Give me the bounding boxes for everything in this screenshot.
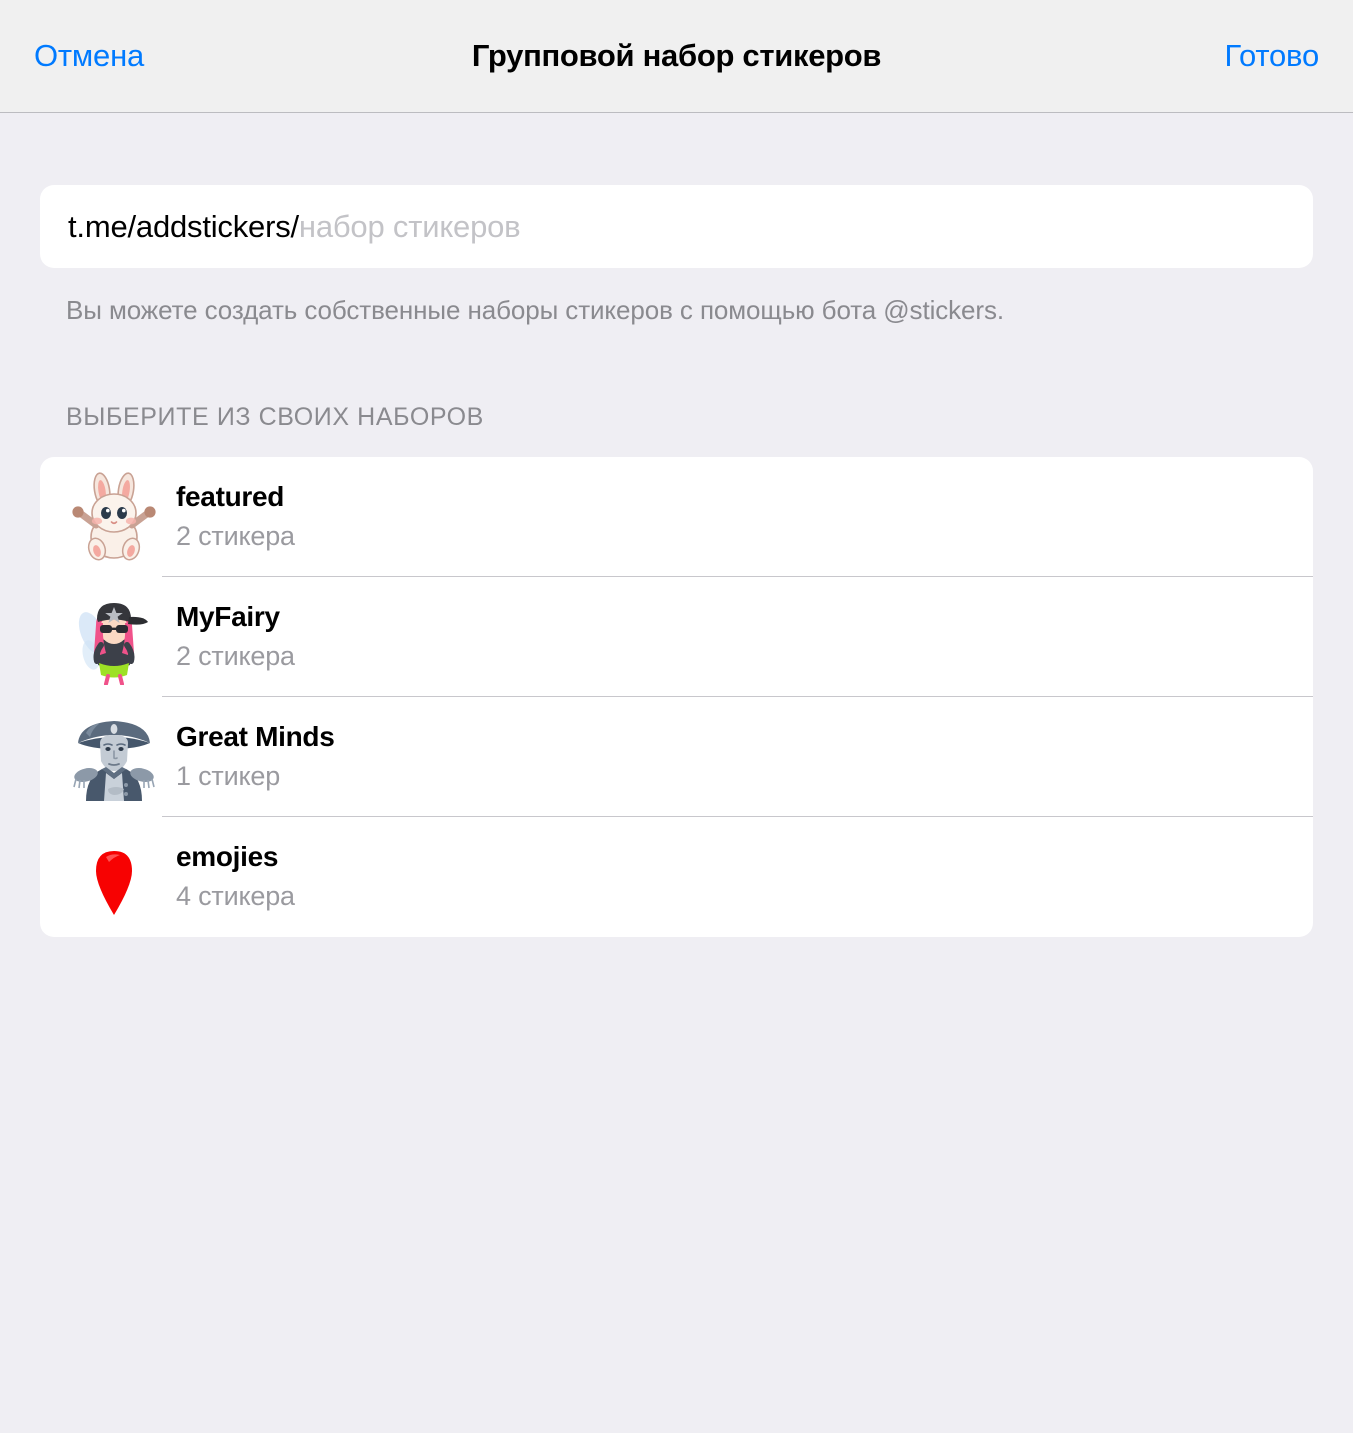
list-item-text: emojies 4 стикера	[176, 841, 295, 911]
sticker-set-url-input[interactable]: t.me/addstickers/ набор стикеров	[40, 185, 1313, 268]
page-title: Групповой набор стикеров	[471, 38, 882, 73]
list-item[interactable]: MyFairy 2 стикера	[40, 577, 1313, 697]
input-footer-note: Вы можете создать собственные наборы сти…	[66, 295, 1004, 325]
list-item[interactable]: Great Minds 1 стикер	[40, 697, 1313, 817]
section-header-your-sets: ВЫБЕРИТЕ ИЗ СВОИХ НАБОРОВ	[66, 402, 484, 431]
sticker-sets-list: featured 2 стикера MyFairy 2 стикера Gre…	[40, 456, 1313, 937]
content-area: t.me/addstickers/ набор стикеров Вы може…	[0, 185, 1353, 937]
list-item-text: Great Minds 1 стикер	[176, 721, 335, 791]
napoleon-sticker-icon	[66, 709, 162, 805]
fairy-girl-sticker-icon	[66, 589, 162, 685]
input-line: t.me/addstickers/ набор стикеров	[68, 208, 521, 245]
list-item[interactable]: featured 2 стикера	[40, 457, 1313, 577]
navigation-bar: Отмена Групповой набор стикеров Готово	[0, 0, 1353, 113]
red-pin-sticker-icon	[66, 829, 162, 925]
list-item-title: featured	[176, 481, 285, 513]
list-item-title: emojies	[176, 841, 279, 873]
list-item-text: featured 2 стикера	[176, 481, 295, 551]
list-item-title: MyFairy	[176, 601, 280, 633]
bunny-sticker-icon	[66, 469, 162, 565]
list-item-subtitle: 2 стикера	[176, 520, 295, 551]
cancel-button[interactable]: Отмена	[30, 32, 148, 80]
url-prefix-label: t.me/addstickers/	[68, 208, 299, 244]
list-item-title: Great Minds	[176, 721, 335, 753]
url-placeholder-text: набор стикеров	[298, 208, 521, 244]
list-item-subtitle: 4 стикера	[176, 880, 295, 911]
list-item[interactable]: emojies 4 стикера	[40, 817, 1313, 937]
sticker-set-screen: Отмена Групповой набор стикеров Готово t…	[0, 0, 1353, 1433]
done-button[interactable]: Готово	[1220, 32, 1323, 80]
list-item-subtitle: 2 стикера	[176, 640, 295, 671]
list-item-text: MyFairy 2 стикера	[176, 601, 295, 671]
list-item-subtitle: 1 стикер	[176, 760, 281, 791]
